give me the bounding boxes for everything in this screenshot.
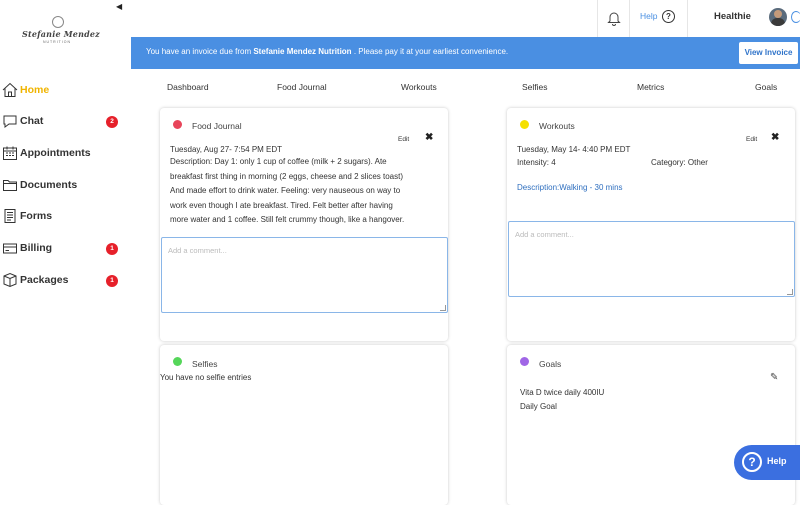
description-line: work even though I ate breakfast. Tired.… — [170, 200, 393, 210]
avatar[interactable] — [769, 8, 787, 26]
topbar-divider — [687, 0, 688, 37]
goal-type: Daily Goal — [520, 402, 557, 411]
sidebar-item-label: Appointments — [20, 147, 91, 159]
description-line: Description: Day 1: only 1 cup of coffee… — [170, 157, 387, 166]
logo-name: Stefanie Mendez — [22, 29, 100, 39]
description-line: more water and 1 coffee. Still felt crum… — [170, 215, 405, 224]
entry-description: Description: Day 1: only 1 cup of coffee… — [170, 155, 448, 228]
help-circle-icon[interactable]: ? — [662, 10, 675, 23]
sidebar-item-appointments[interactable]: Appointments — [0, 143, 131, 165]
comment-placeholder: Add a comment... — [168, 246, 227, 255]
card-title: Workouts — [539, 121, 575, 131]
food-journal-dot — [173, 120, 182, 129]
invoice-message-suffix: . Please pay it at your earliest conveni… — [353, 47, 509, 56]
selfies-card: Selfies You have no selfie entries — [160, 345, 448, 505]
sidebar-item-label: Home — [20, 84, 50, 96]
topbar-divider — [597, 0, 598, 37]
resize-handle-icon[interactable] — [787, 289, 793, 295]
card-title: Selfies — [192, 359, 218, 369]
description-line: And made effort to drink water. Feeling:… — [170, 186, 401, 195]
logo-swirl-icon — [52, 16, 64, 28]
home-icon — [2, 82, 18, 97]
logo-subtitle: NUTRITION — [42, 40, 72, 44]
sidebar-item-label: Documents — [20, 179, 78, 191]
workouts-dot — [520, 120, 529, 129]
card-title: Goals — [539, 359, 562, 369]
sidebar-item-home[interactable]: Home — [0, 80, 131, 102]
tab-food-journal[interactable]: Food Journal — [277, 82, 327, 92]
avatar-body — [771, 18, 785, 26]
description-line: breakfast first thing in morning (2 eggs… — [170, 171, 404, 181]
workout-intensity: Intensity: 4 — [517, 158, 556, 167]
sidebar-item-forms[interactable]: Forms — [0, 206, 131, 228]
entry-date: Tuesday, May 14- 4:40 PM EDT — [517, 145, 631, 154]
folder-icon — [3, 180, 17, 191]
sidebar-item-label: Billing — [20, 242, 53, 254]
invoice-message: You have an invoice due from Stefanie Me… — [146, 47, 508, 56]
app-name: Healthie — [714, 11, 751, 22]
tab-goals[interactable]: Goals — [755, 82, 777, 92]
topbar-divider — [629, 0, 630, 37]
gear-icon[interactable] — [791, 11, 800, 23]
sidebar: Stefanie Mendez NUTRITION ◀ Home Chat 2 … — [0, 0, 131, 500]
bell-icon[interactable] — [607, 10, 621, 26]
resize-handle-icon[interactable] — [440, 305, 446, 311]
help-chat-button[interactable]: ? Help — [734, 445, 800, 480]
comment-placeholder: Add a comment... — [515, 230, 574, 239]
sidebar-item-chat[interactable]: Chat 2 — [0, 111, 131, 133]
sidebar-item-label: Packages — [20, 274, 69, 286]
tab-workouts[interactable]: Workouts — [401, 82, 437, 92]
provider-logo[interactable]: Stefanie Mendez NUTRITION — [22, 16, 100, 50]
avatar-head — [774, 10, 782, 18]
calendar-icon — [3, 146, 17, 160]
selfies-empty-message: You have no selfie entries — [160, 373, 252, 382]
edit-button[interactable]: Edit — [398, 136, 409, 143]
sidebar-item-billing[interactable]: Billing 1 — [0, 238, 131, 260]
sidebar-item-documents[interactable]: Documents — [0, 175, 131, 197]
view-invoice-button[interactable]: View Invoice — [739, 42, 798, 64]
entry-date: Tuesday, Aug 27- 7:54 PM EDT — [170, 145, 283, 154]
selfies-dot — [173, 357, 182, 366]
notification-badge: 2 — [106, 116, 118, 128]
close-icon[interactable]: ✖ — [425, 132, 433, 143]
goals-dot — [520, 357, 529, 366]
collapse-sidebar-icon[interactable]: ◀ — [116, 2, 122, 11]
food-journal-card: Food Journal Edit ✖ Tuesday, Aug 27- 7:5… — [160, 108, 448, 341]
help-link[interactable]: Help — [640, 11, 657, 21]
workouts-card: Workouts Edit ✖ Tuesday, May 14- 4:40 PM… — [507, 108, 795, 341]
goal-name: Vita D twice daily 400IU — [520, 388, 605, 397]
invoice-banner: You have an invoice due from Stefanie Me… — [131, 37, 800, 69]
packages-icon — [3, 272, 17, 288]
notification-badge: 1 — [106, 275, 118, 287]
workout-description: Description:Walking - 30 mins — [517, 183, 623, 192]
tab-dashboard[interactable]: Dashboard — [167, 82, 209, 92]
comment-input[interactable]: Add a comment... — [508, 221, 795, 297]
invoice-message-prefix: You have an invoice due from — [146, 47, 252, 56]
help-chat-label: Help — [767, 456, 787, 466]
pencil-icon[interactable]: ✎ — [770, 372, 778, 383]
invoice-provider: Stefanie Mendez Nutrition — [253, 47, 352, 56]
billing-icon — [3, 243, 17, 254]
tab-metrics[interactable]: Metrics — [637, 82, 664, 92]
tab-selfies[interactable]: Selfies — [522, 82, 548, 92]
dashboard-tabs: Dashboard Food Journal Workouts Selfies … — [131, 76, 800, 98]
notification-badge: 1 — [106, 243, 118, 255]
top-bar: Help ? Healthie — [131, 0, 800, 37]
card-title: Food Journal — [192, 121, 242, 131]
sidebar-item-label: Forms — [20, 210, 53, 222]
close-icon[interactable]: ✖ — [771, 132, 779, 143]
sidebar-item-label: Chat — [20, 115, 44, 127]
question-icon: ? — [742, 452, 762, 472]
workout-category: Category: Other — [651, 158, 708, 167]
chat-icon — [3, 115, 17, 128]
comment-input[interactable]: Add a comment... — [161, 237, 448, 313]
sidebar-item-packages[interactable]: Packages 1 — [0, 270, 131, 292]
forms-icon — [4, 209, 16, 223]
edit-button[interactable]: Edit — [746, 136, 757, 143]
goals-card: Goals ✎ Vita D twice daily 400IU Daily G… — [507, 345, 795, 505]
